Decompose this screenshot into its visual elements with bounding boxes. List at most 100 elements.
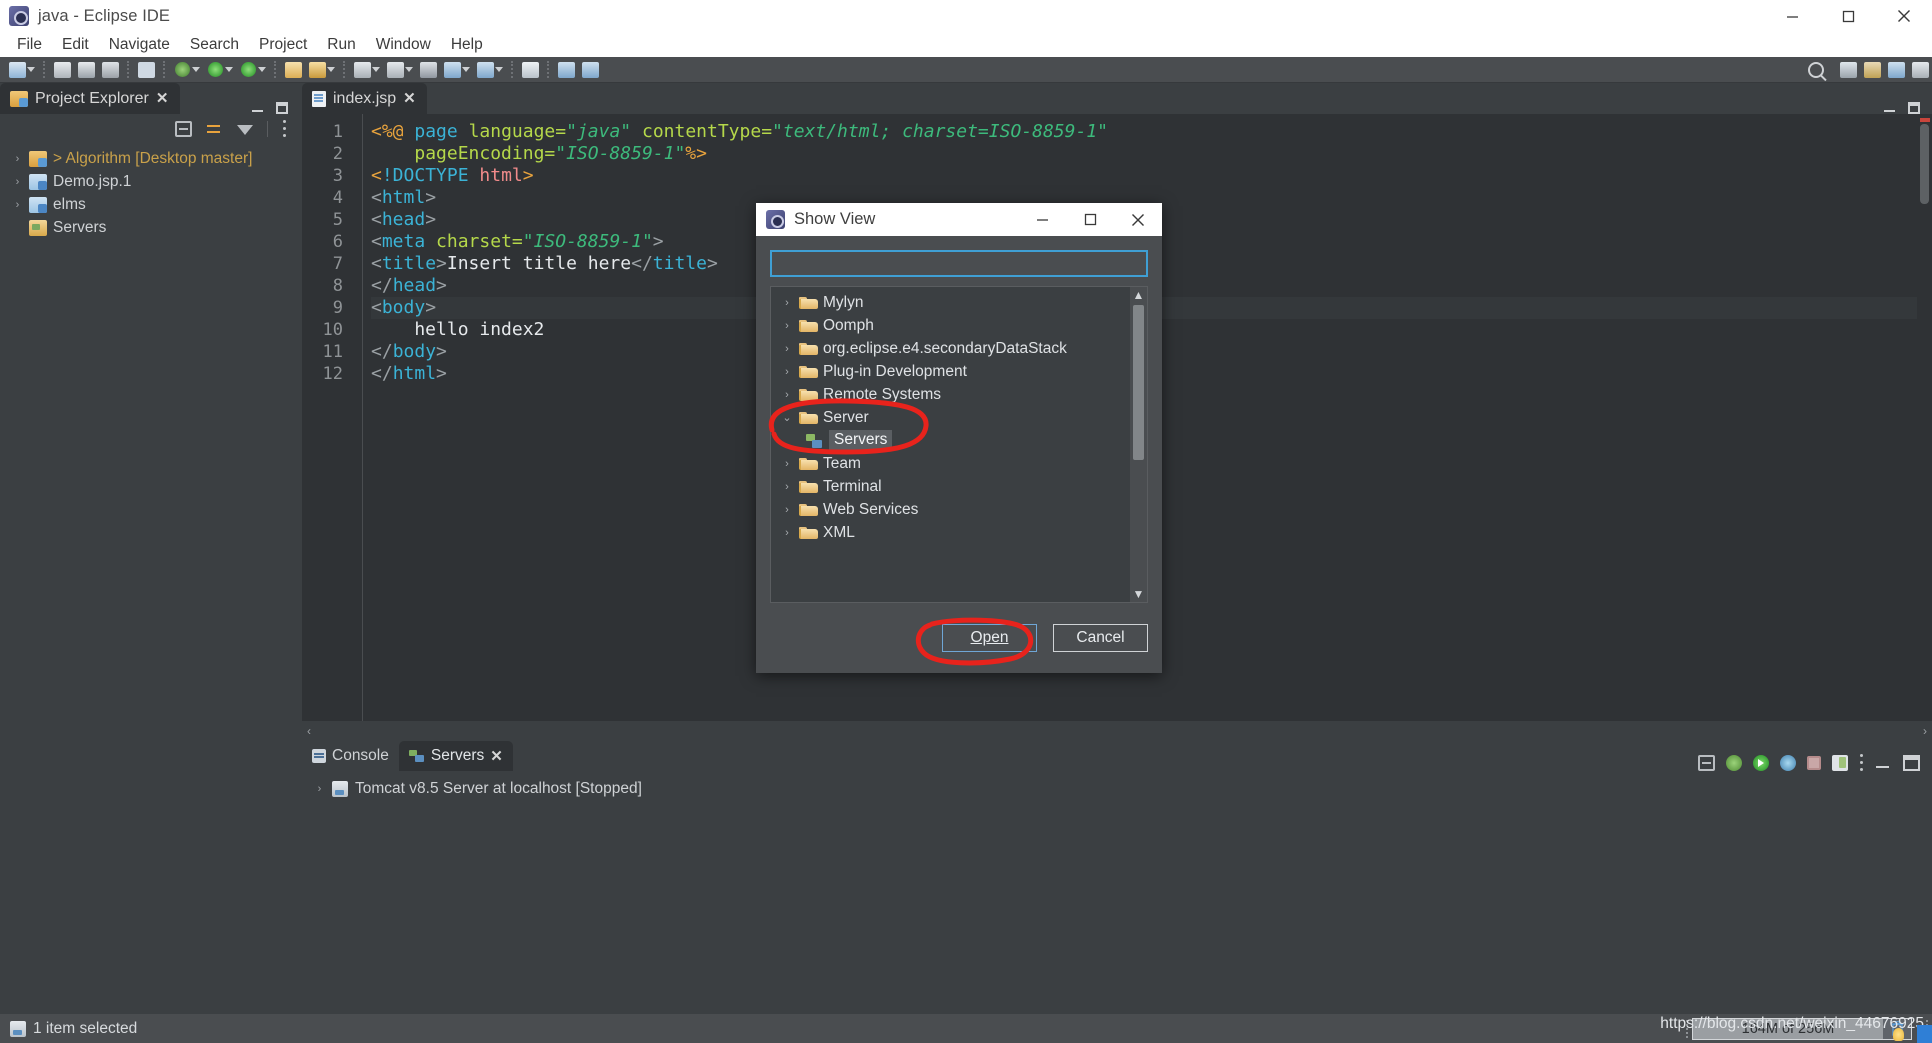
view-tree[interactable]: › Mylyn › Oomph › org.eclipse.e4.secondaryDat… xyxy=(771,287,1130,602)
maximize-icon[interactable] xyxy=(1908,102,1920,114)
debug-server-icon[interactable] xyxy=(1726,754,1742,771)
tab-servers[interactable]: Servers ✕ xyxy=(398,741,513,771)
run-as-icon[interactable] xyxy=(236,59,260,81)
collapse-all-icon[interactable] xyxy=(1698,754,1715,771)
maximize-icon[interactable] xyxy=(1903,754,1920,771)
last-edit-location-icon[interactable] xyxy=(416,59,440,81)
tab-console[interactable]: Console xyxy=(302,741,399,771)
view-menu-icon[interactable] xyxy=(1859,754,1864,771)
scroll-down-icon[interactable]: ▼ xyxy=(1133,586,1145,602)
run-icon[interactable] xyxy=(203,59,227,81)
expand-arrow-icon[interactable]: › xyxy=(781,366,793,378)
link-with-editor-icon[interactable] xyxy=(206,121,223,137)
new-wizard-dropdown-icon[interactable] xyxy=(27,67,35,72)
print-icon[interactable] xyxy=(98,59,122,81)
collapse-all-icon[interactable] xyxy=(175,120,192,137)
minimize-icon[interactable] xyxy=(1884,102,1896,114)
perspective-java-ee-icon[interactable] xyxy=(1836,59,1860,81)
minimize-icon[interactable] xyxy=(252,102,264,114)
pin-editor-icon[interactable] xyxy=(554,59,578,81)
minimize-icon[interactable] xyxy=(1764,0,1820,32)
toggle-mark-occurrences-icon[interactable] xyxy=(578,59,602,81)
debug-dropdown-icon[interactable] xyxy=(192,67,200,72)
editor-vertical-scrollbar[interactable] xyxy=(1917,114,1932,721)
menu-project[interactable]: Project xyxy=(249,34,317,56)
next-annotation-icon[interactable] xyxy=(350,59,374,81)
new-wizard-icon[interactable] xyxy=(5,59,29,81)
expand-arrow-icon[interactable]: › xyxy=(781,343,793,355)
search-icon[interactable] xyxy=(1808,61,1824,78)
run-dropdown-icon[interactable] xyxy=(225,67,233,72)
close-icon[interactable]: ✕ xyxy=(403,91,416,106)
new-jsp-file-icon[interactable] xyxy=(518,59,542,81)
tip-bulb-icon[interactable] xyxy=(1893,1028,1904,1041)
editor-horizontal-scrollbar[interactable]: ‹ › xyxy=(302,721,1932,741)
filter-input[interactable] xyxy=(778,254,1140,273)
view-tree-item[interactable]: › Mylyn xyxy=(771,291,1130,314)
overview-marker-icon[interactable] xyxy=(1920,118,1930,122)
stop-server-icon[interactable] xyxy=(1807,755,1821,770)
close-icon[interactable]: ✕ xyxy=(156,91,169,106)
open-button[interactable]: Open xyxy=(941,623,1038,653)
run-as-dropdown-icon[interactable] xyxy=(258,67,266,72)
menu-edit[interactable]: Edit xyxy=(52,34,99,56)
dialog-scrollbar[interactable]: ▲ ▼ xyxy=(1130,287,1147,602)
expand-arrow-icon[interactable]: › xyxy=(781,389,793,401)
maximize-icon[interactable] xyxy=(1820,0,1876,32)
scrollbar-thumb[interactable] xyxy=(1133,305,1144,460)
expand-arrow-icon[interactable]: › xyxy=(781,297,793,309)
view-tree-item[interactable]: › XML xyxy=(771,521,1130,544)
publish-icon[interactable] xyxy=(1832,754,1848,771)
scroll-up-icon[interactable]: ▲ xyxy=(1133,287,1145,303)
back-icon[interactable] xyxy=(440,59,464,81)
expand-arrow-icon[interactable]: › xyxy=(12,176,23,188)
start-server-icon[interactable] xyxy=(1753,754,1769,771)
view-tree-item[interactable]: Servers xyxy=(771,429,1130,452)
menu-file[interactable]: File xyxy=(7,34,52,56)
folding-ruler[interactable] xyxy=(348,114,362,721)
server-list-item[interactable]: › Tomcat v8.5 Server at localhost [Stopp… xyxy=(302,777,1932,801)
view-menu-icon[interactable] xyxy=(282,120,287,137)
previous-annotation-icon[interactable] xyxy=(383,59,407,81)
tree-item-demo-jsp[interactable]: › Demo.jsp.1 xyxy=(0,170,298,193)
expand-arrow-icon[interactable]: › xyxy=(781,458,793,470)
close-icon[interactable] xyxy=(1876,0,1932,32)
save-icon[interactable] xyxy=(50,59,74,81)
resize-grip[interactable] xyxy=(1917,1025,1932,1043)
view-tree-item[interactable]: › Web Services xyxy=(771,498,1130,521)
forward-dropdown-icon[interactable] xyxy=(495,67,503,72)
expand-arrow-icon[interactable]: › xyxy=(12,153,23,165)
search-dropdown-icon[interactable] xyxy=(327,67,335,72)
tree-item-elms[interactable]: › elms xyxy=(0,193,298,216)
scrollbar-thumb[interactable] xyxy=(1920,124,1929,204)
close-icon[interactable] xyxy=(1114,203,1162,236)
tab-project-explorer[interactable]: Project Explorer ✕ xyxy=(0,83,181,114)
close-icon[interactable]: ✕ xyxy=(490,749,503,764)
back-dropdown-icon[interactable] xyxy=(462,67,470,72)
expand-arrow-icon[interactable]: ⌄ xyxy=(781,411,793,424)
scroll-right-icon[interactable]: › xyxy=(1923,724,1927,738)
profile-server-icon[interactable] xyxy=(1780,754,1796,771)
view-tree-item[interactable]: ⌄ Server xyxy=(771,406,1130,429)
view-tree-item[interactable]: › Oomph xyxy=(771,314,1130,337)
expand-arrow-icon[interactable]: › xyxy=(781,320,793,332)
expand-arrow-icon[interactable]: › xyxy=(12,199,23,211)
save-all-icon[interactable] xyxy=(74,59,98,81)
project-explorer-tree[interactable]: › > Algorithm [Desktop master] › Demo.js… xyxy=(0,143,298,1013)
maximize-icon[interactable] xyxy=(276,102,288,114)
view-tree-item[interactable]: › Terminal xyxy=(771,475,1130,498)
filter-icon[interactable] xyxy=(237,124,253,135)
menu-navigate[interactable]: Navigate xyxy=(99,34,180,56)
maximize-icon[interactable] xyxy=(1066,203,1114,236)
minimize-icon[interactable] xyxy=(1875,755,1892,771)
view-tree-item[interactable]: › Remote Systems xyxy=(771,383,1130,406)
perspective-debug-icon[interactable] xyxy=(1884,59,1908,81)
open-console-icon[interactable] xyxy=(134,59,158,81)
open-perspective-icon[interactable] xyxy=(1908,59,1932,81)
minimize-icon[interactable] xyxy=(1018,203,1066,236)
menu-help[interactable]: Help xyxy=(441,34,493,56)
servers-view-content[interactable]: › Tomcat v8.5 Server at localhost [Stopp… xyxy=(302,771,1932,1013)
view-tree-item[interactable]: › Plug-in Development xyxy=(771,360,1130,383)
forward-icon[interactable] xyxy=(473,59,497,81)
scroll-left-icon[interactable]: ‹ xyxy=(307,724,311,738)
